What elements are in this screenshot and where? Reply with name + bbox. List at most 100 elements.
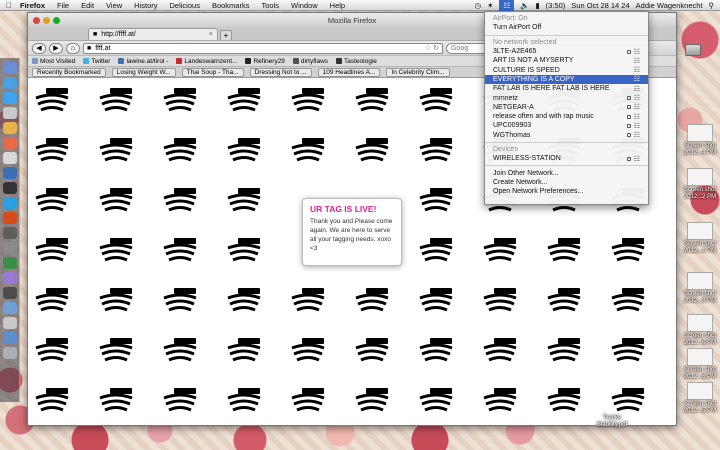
- address-book-icon[interactable]: [2, 122, 17, 134]
- bookmark-most-visited[interactable]: Most Visited: [32, 58, 75, 65]
- downloads-folder-icon[interactable]: [2, 332, 17, 344]
- url-bar[interactable]: ■ ffff.at ☆ ↻: [83, 42, 443, 54]
- apple-menu-icon[interactable]: : [0, 1, 18, 10]
- network-item[interactable]: release often and with rap music ☷: [485, 112, 648, 121]
- firefox-icon[interactable]: [2, 212, 17, 224]
- bookmark-refinery29[interactable]: Refinery29: [245, 58, 285, 65]
- bookmark-lawine[interactable]: lawine.at/tirol -: [118, 58, 168, 65]
- safari-icon[interactable]: [2, 92, 17, 104]
- file-thumbnail-icon: [687, 272, 713, 290]
- menu-view[interactable]: View: [100, 1, 128, 10]
- home-button[interactable]: ⌂: [66, 42, 80, 54]
- bookmark-twitter[interactable]: Twitter: [83, 58, 110, 65]
- desktop-file[interactable]: Screen shot 2012...8 PM: [680, 272, 720, 304]
- menu-window[interactable]: Window: [285, 1, 324, 10]
- airport-icon[interactable]: ☷: [499, 0, 515, 11]
- network-item-device[interactable]: WIRELESS-STATION ☷: [485, 154, 648, 163]
- app-icon[interactable]: [2, 272, 17, 284]
- toolbar-link[interactable]: Thai Soup - Tha...: [181, 67, 244, 77]
- tag-pattern-tile: [34, 136, 74, 164]
- battery-icon[interactable]: ▮: [536, 1, 540, 10]
- desktop-file[interactable]: Screen shot 2012...1 PM: [680, 222, 720, 254]
- tag-pattern-tile: [162, 236, 202, 264]
- url-text[interactable]: ffff.at: [95, 45, 110, 52]
- bookmark-dirtyflaws[interactable]: dirtyflaws: [292, 58, 328, 65]
- turn-airport-off-item[interactable]: Turn AirPort Off: [485, 23, 648, 32]
- bookmark-icon: [245, 58, 252, 64]
- network-item[interactable]: 3LTE-A2E465 ☷: [485, 47, 648, 56]
- skype-icon[interactable]: [2, 197, 17, 209]
- trash-icon[interactable]: [2, 347, 17, 359]
- hard-drive-icon[interactable]: [685, 44, 701, 56]
- recently-bookmarked-button[interactable]: Recently Bookmarked: [32, 67, 106, 77]
- menu-edit[interactable]: Edit: [75, 1, 100, 10]
- calendar-icon[interactable]: [2, 137, 17, 149]
- mail-icon[interactable]: [2, 107, 17, 119]
- network-item[interactable]: FAT LAB IS HERE FAT LAB IS HERE ☷: [485, 84, 648, 93]
- tag-pattern-tile: [98, 236, 138, 264]
- file-thumbnail-icon: [687, 124, 713, 142]
- site-identity-icon[interactable]: ■: [87, 45, 91, 52]
- desktop-file[interactable]: Screen shot 2012...5 PM: [680, 382, 720, 414]
- network-item[interactable]: EVERYTHING IS A COPY ☷: [485, 74, 648, 85]
- desktop-file[interactable]: Screen shot 2012...6 PM: [680, 314, 720, 346]
- network-item[interactable]: UPC009903 ☷: [485, 121, 648, 130]
- time-machine-icon[interactable]: ◷: [475, 1, 482, 10]
- app-icon[interactable]: [2, 302, 17, 314]
- network-item[interactable]: mmnetz ☷: [485, 93, 648, 103]
- join-other-network-item[interactable]: Join Other Network...: [485, 168, 648, 177]
- preview-icon[interactable]: [2, 152, 17, 164]
- battery-time[interactable]: (3:50): [546, 1, 566, 10]
- spotlight-icon[interactable]: ⚲: [709, 1, 715, 10]
- toolbar-link[interactable]: Dressing Not to ...: [249, 67, 312, 77]
- app-icon[interactable]: [2, 317, 17, 329]
- menu-help[interactable]: Help: [324, 1, 351, 10]
- network-item[interactable]: ART IS NOT A MYSERTY ☷: [485, 56, 648, 65]
- dashboard-icon[interactable]: [2, 77, 17, 89]
- menu-file[interactable]: File: [51, 1, 75, 10]
- no-network-label: No network selected: [493, 38, 557, 46]
- user-menu[interactable]: Addie Wagenknecht: [636, 1, 703, 10]
- terminal-icon[interactable]: [2, 182, 17, 194]
- app-icon[interactable]: [2, 287, 17, 299]
- bookmark-landeswarnzentrale[interactable]: Landeswarnzent...: [176, 58, 237, 65]
- volume-icon[interactable]: 🔈: [520, 1, 529, 10]
- toolbar-link[interactable]: In Celebrity Clim...: [386, 67, 450, 77]
- network-item[interactable]: WGThomas ☷: [485, 131, 648, 140]
- app-icon[interactable]: [2, 242, 17, 254]
- tag-pattern-tile: [34, 186, 74, 214]
- desktop-file[interactable]: Screen shot 2012...2 PM: [680, 168, 720, 200]
- app-icon[interactable]: [2, 227, 17, 239]
- network-name: FAT LAB IS HERE FAT LAB IS HERE: [493, 85, 610, 93]
- network-item[interactable]: NETGEAR-A ☷: [485, 103, 648, 112]
- forward-button[interactable]: ▶: [49, 42, 63, 54]
- network-item[interactable]: CULTURE IS SPEED ☷: [485, 65, 648, 75]
- back-button[interactable]: ◀: [32, 42, 46, 54]
- menu-history[interactable]: History: [128, 1, 163, 10]
- tag-pattern-tile: [546, 286, 586, 314]
- create-network-item[interactable]: Create Network...: [485, 178, 648, 187]
- desktop-file[interactable]: Screen shot 2012...6 PM: [680, 348, 720, 380]
- bluetooth-icon[interactable]: ✶: [487, 1, 493, 10]
- menu-delicious[interactable]: Delicious: [164, 1, 206, 10]
- tag-pattern-tile: [482, 236, 522, 264]
- reload-icon[interactable]: ☆ ↻: [425, 44, 439, 52]
- tab-active[interactable]: ■ http://ffff.at/ ×: [88, 28, 218, 40]
- tag-pattern-tile: [354, 386, 394, 414]
- photoshop-icon[interactable]: [2, 167, 17, 179]
- new-tab-button[interactable]: +: [220, 30, 232, 40]
- desktop-file[interactable]: Trunks Stability.pdf: [592, 415, 632, 428]
- close-tab-icon[interactable]: ×: [209, 31, 213, 38]
- desktop-file[interactable]: Screen shot 2012...4 PM: [680, 124, 720, 156]
- clock[interactable]: Sun Oct 28 14 24: [571, 1, 629, 10]
- menu-bookmarks[interactable]: Bookmarks: [206, 1, 256, 10]
- menu-tools[interactable]: Tools: [255, 1, 285, 10]
- open-network-preferences-item[interactable]: Open Network Preferences...: [485, 187, 648, 196]
- toolbar-link[interactable]: Losing Weight W...: [111, 67, 176, 77]
- toolbar-link[interactable]: 109 Headlines A...: [317, 67, 381, 77]
- network-name: WIRELESS-STATION: [493, 155, 561, 163]
- finder-icon[interactable]: [2, 62, 17, 74]
- bookmark-tasteologie[interactable]: Tasteologie: [336, 58, 377, 65]
- app-menu[interactable]: Firefox: [18, 1, 51, 10]
- app-icon[interactable]: [2, 257, 17, 269]
